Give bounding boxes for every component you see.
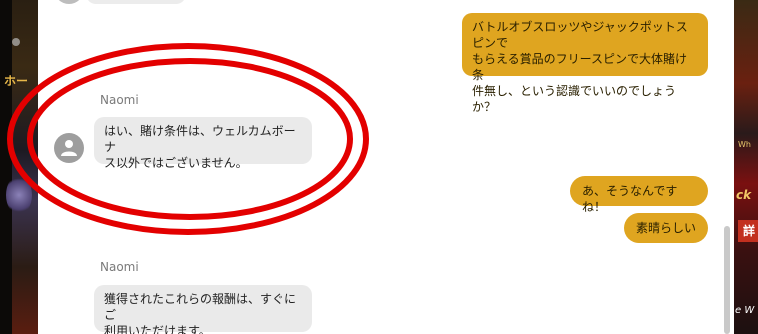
message-line: 件無し、という認識でいいのでしょうか？	[472, 84, 677, 114]
chat-panel: バトルオブスロッツやジャックポットスピンで もらえる賞品のフリースピンで大体賭け…	[38, 0, 734, 334]
incoming-message: 獲得されたこれらの報酬は、すぐにご 利用いただけます。	[94, 285, 312, 334]
background-left: ホー	[0, 0, 38, 334]
background-bar	[0, 0, 12, 334]
background-decoration	[6, 175, 32, 215]
outgoing-message: バトルオブスロッツやジャックポットスピンで もらえる賞品のフリースピンで大体賭け…	[462, 13, 708, 114]
message-line: はい、賭け条件は、ウェルカムボーナ	[104, 124, 296, 154]
message-bubble-partial	[86, 0, 186, 4]
message-line: バトルオブスロッツやジャックポットスピンで	[472, 20, 688, 50]
message-line: 利用いただけます。	[104, 324, 211, 334]
sender-name: Naomi	[100, 260, 139, 274]
scrollbar-thumb[interactable]	[724, 226, 730, 334]
background-dot	[12, 38, 20, 46]
sender-name: Naomi	[100, 93, 139, 107]
scrollbar[interactable]	[720, 0, 734, 334]
outgoing-message: あ、そうなんですね！	[570, 176, 708, 214]
message-line: もらえる賞品のフリースピンで大体賭け条	[472, 52, 688, 82]
background-right: Wh ck 詳 e W	[734, 0, 758, 334]
background-badge: 詳	[738, 220, 758, 242]
background-text-right-bottom: e W	[735, 305, 755, 316]
message-line: 獲得されたこれらの報酬は、すぐにご	[104, 292, 297, 322]
background-text-left: ホー	[4, 74, 29, 88]
message-line: ス以外ではございません。	[104, 156, 248, 170]
background-text-right-mid: ck	[736, 188, 752, 202]
outgoing-message: 素晴らしい	[624, 213, 708, 243]
incoming-message: はい、賭け条件は、ウェルカムボーナ ス以外ではございません。	[94, 117, 312, 170]
background-text-right-top: Wh	[738, 140, 751, 149]
user-icon	[54, 133, 84, 163]
avatar-partial	[54, 0, 84, 4]
